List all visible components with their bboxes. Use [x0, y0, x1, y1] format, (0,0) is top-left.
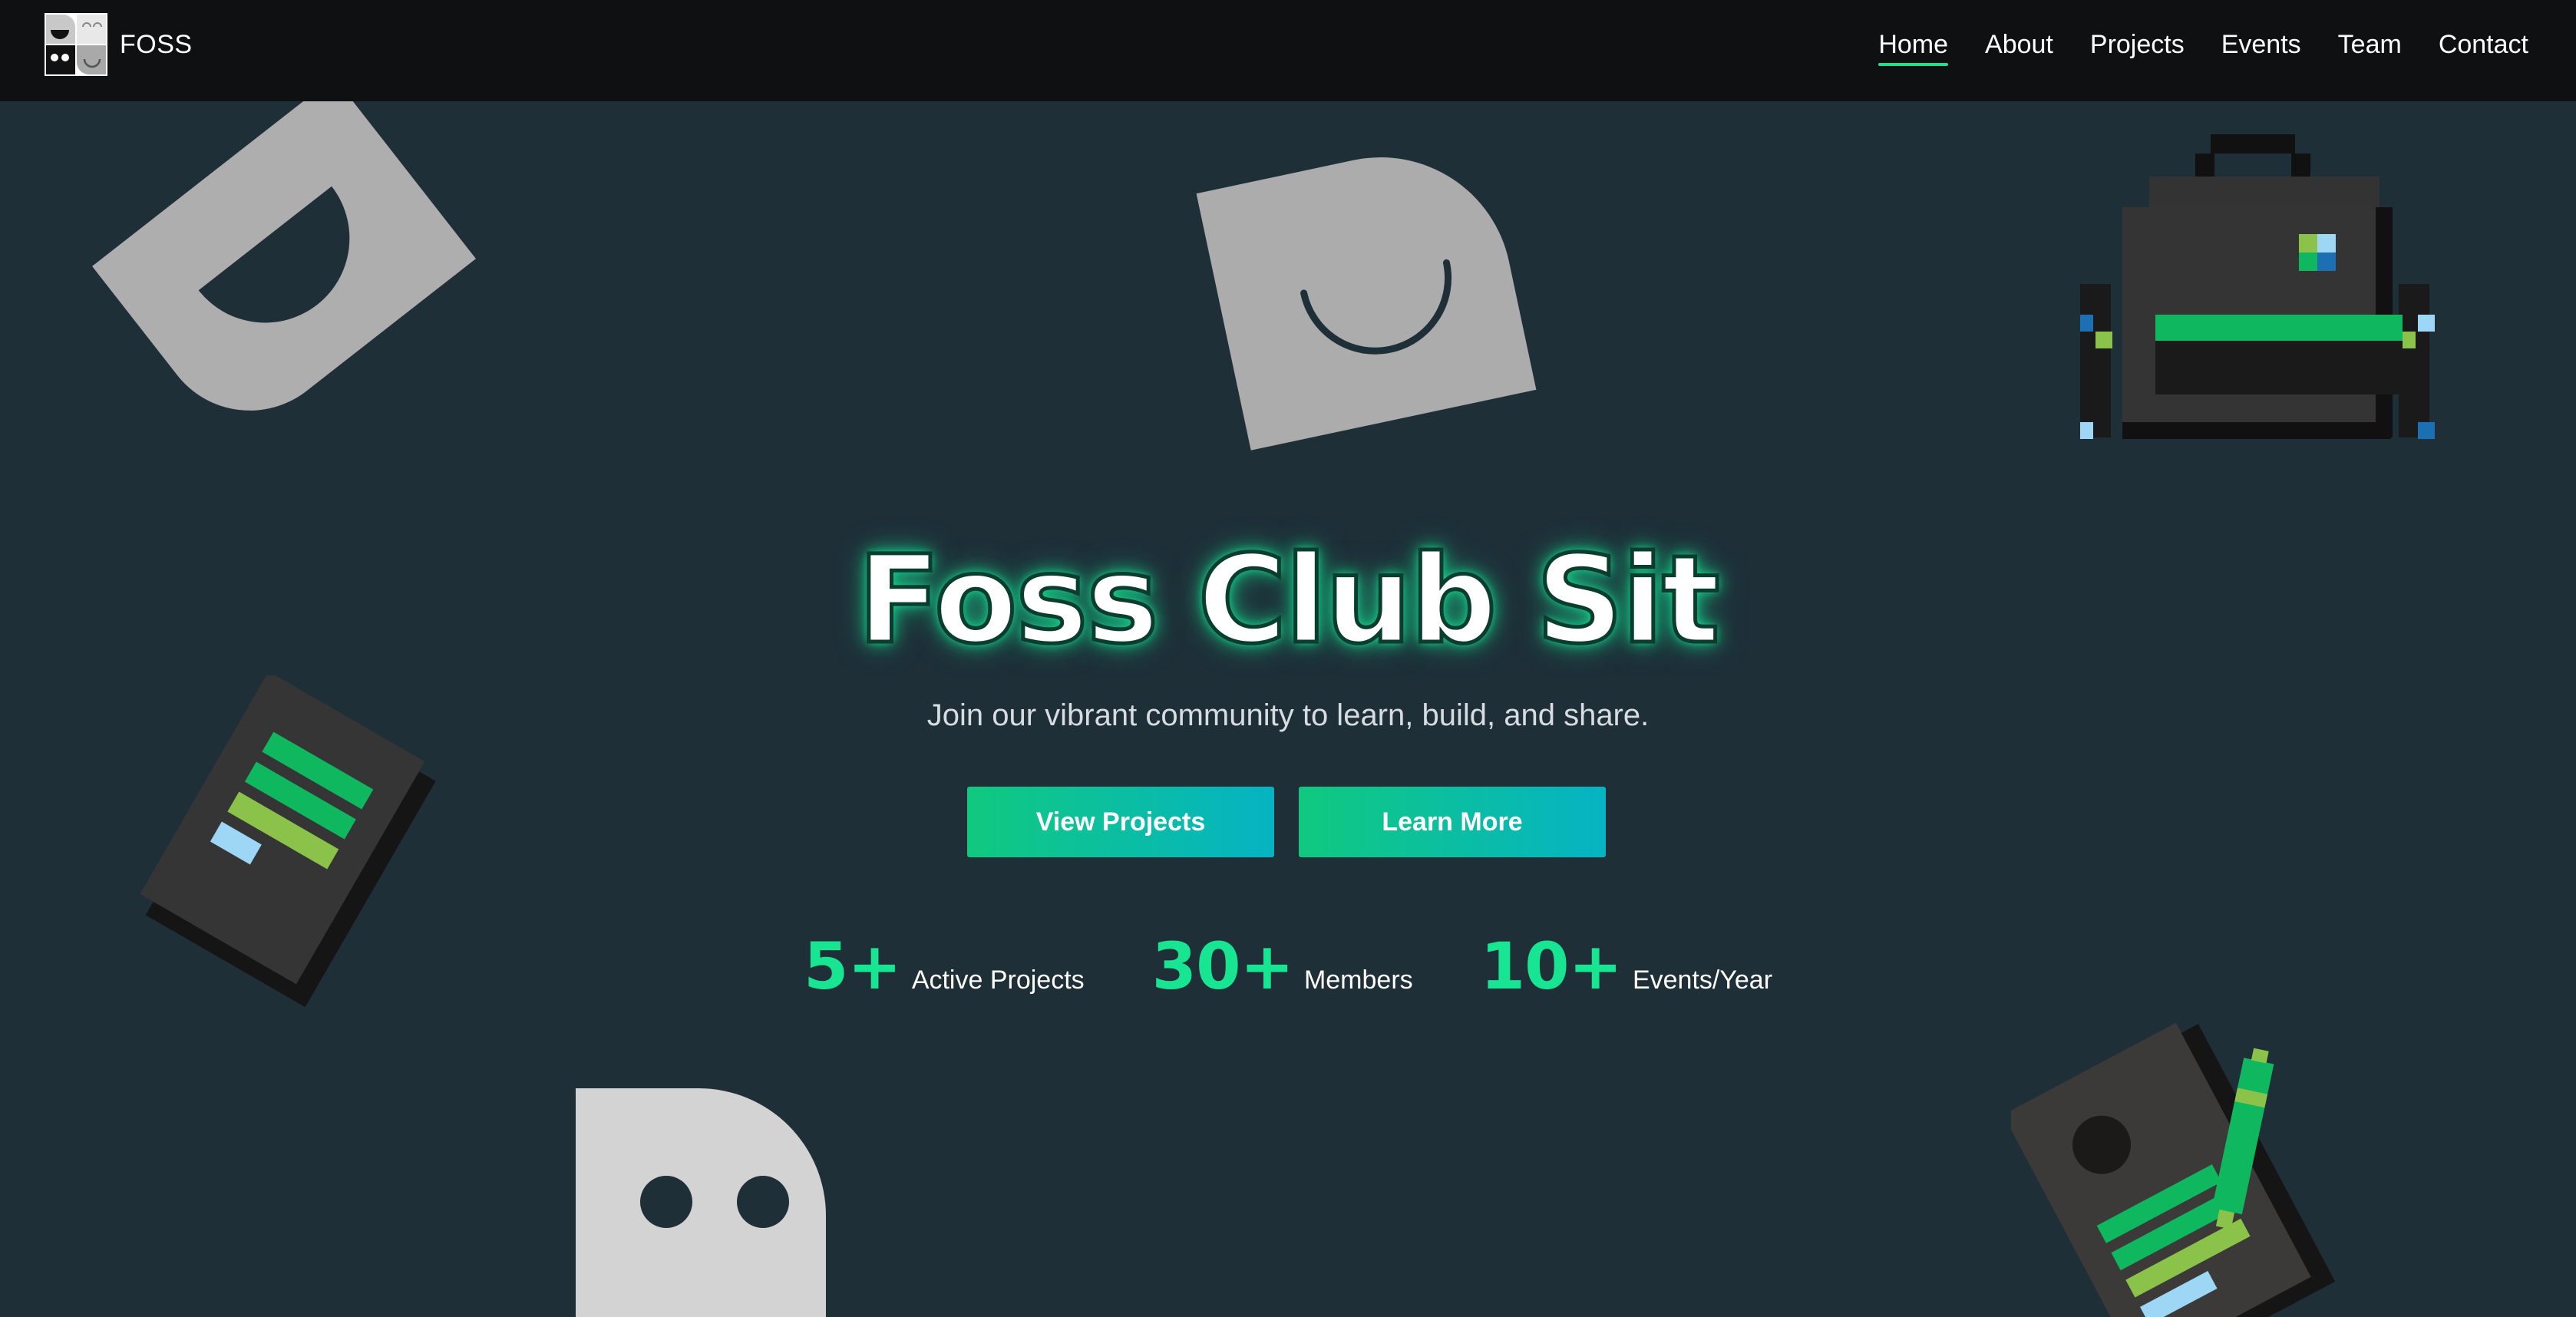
learn-more-button[interactable]: Learn More: [1299, 787, 1606, 857]
stat-members: 30+ Members: [1152, 929, 1413, 1004]
stat-label: Members: [1303, 965, 1413, 995]
nav-link-events[interactable]: Events: [2221, 30, 2301, 66]
hero-title: Foss Club Sit: [856, 528, 1722, 673]
nav-link-contact[interactable]: Contact: [2439, 30, 2528, 66]
top-navbar: FOSS Home About Projects Events Team Con…: [0, 0, 2576, 101]
stat-label: Events/Year: [1632, 965, 1773, 995]
stat-label: Active Projects: [911, 965, 1085, 995]
stat-value: 10+: [1480, 929, 1623, 1004]
foss-logo-icon: [45, 13, 107, 76]
stats-row: 5+ Active Projects 30+ Members 10+ Event…: [0, 929, 2576, 1004]
brand[interactable]: FOSS: [45, 13, 193, 76]
grin-face-icon: [92, 101, 476, 411]
nav-links: Home About Projects Events Team Contact: [1878, 26, 2528, 69]
smile-face-icon: [1196, 157, 1537, 451]
pixel-notebook-pen-icon: [2011, 1022, 2336, 1317]
eyes-face-icon: [576, 1088, 826, 1317]
stat-value: 5+: [803, 929, 902, 1004]
hero-subtitle: Join our vibrant community to learn, bui…: [926, 698, 1650, 732]
brand-name: FOSS: [120, 29, 193, 59]
nav-link-team[interactable]: Team: [2338, 30, 2402, 66]
view-projects-button[interactable]: View Projects: [967, 787, 1274, 857]
stat-projects: 5+ Active Projects: [804, 929, 1085, 1004]
nav-link-projects[interactable]: Projects: [2090, 30, 2185, 66]
nav-link-home[interactable]: Home: [1878, 30, 1948, 66]
nav-link-about[interactable]: About: [1985, 30, 2053, 66]
pixel-backpack-icon: [2080, 134, 2435, 439]
stat-value: 30+: [1151, 929, 1294, 1004]
stat-events: 10+ Events/Year: [1481, 929, 1772, 1004]
